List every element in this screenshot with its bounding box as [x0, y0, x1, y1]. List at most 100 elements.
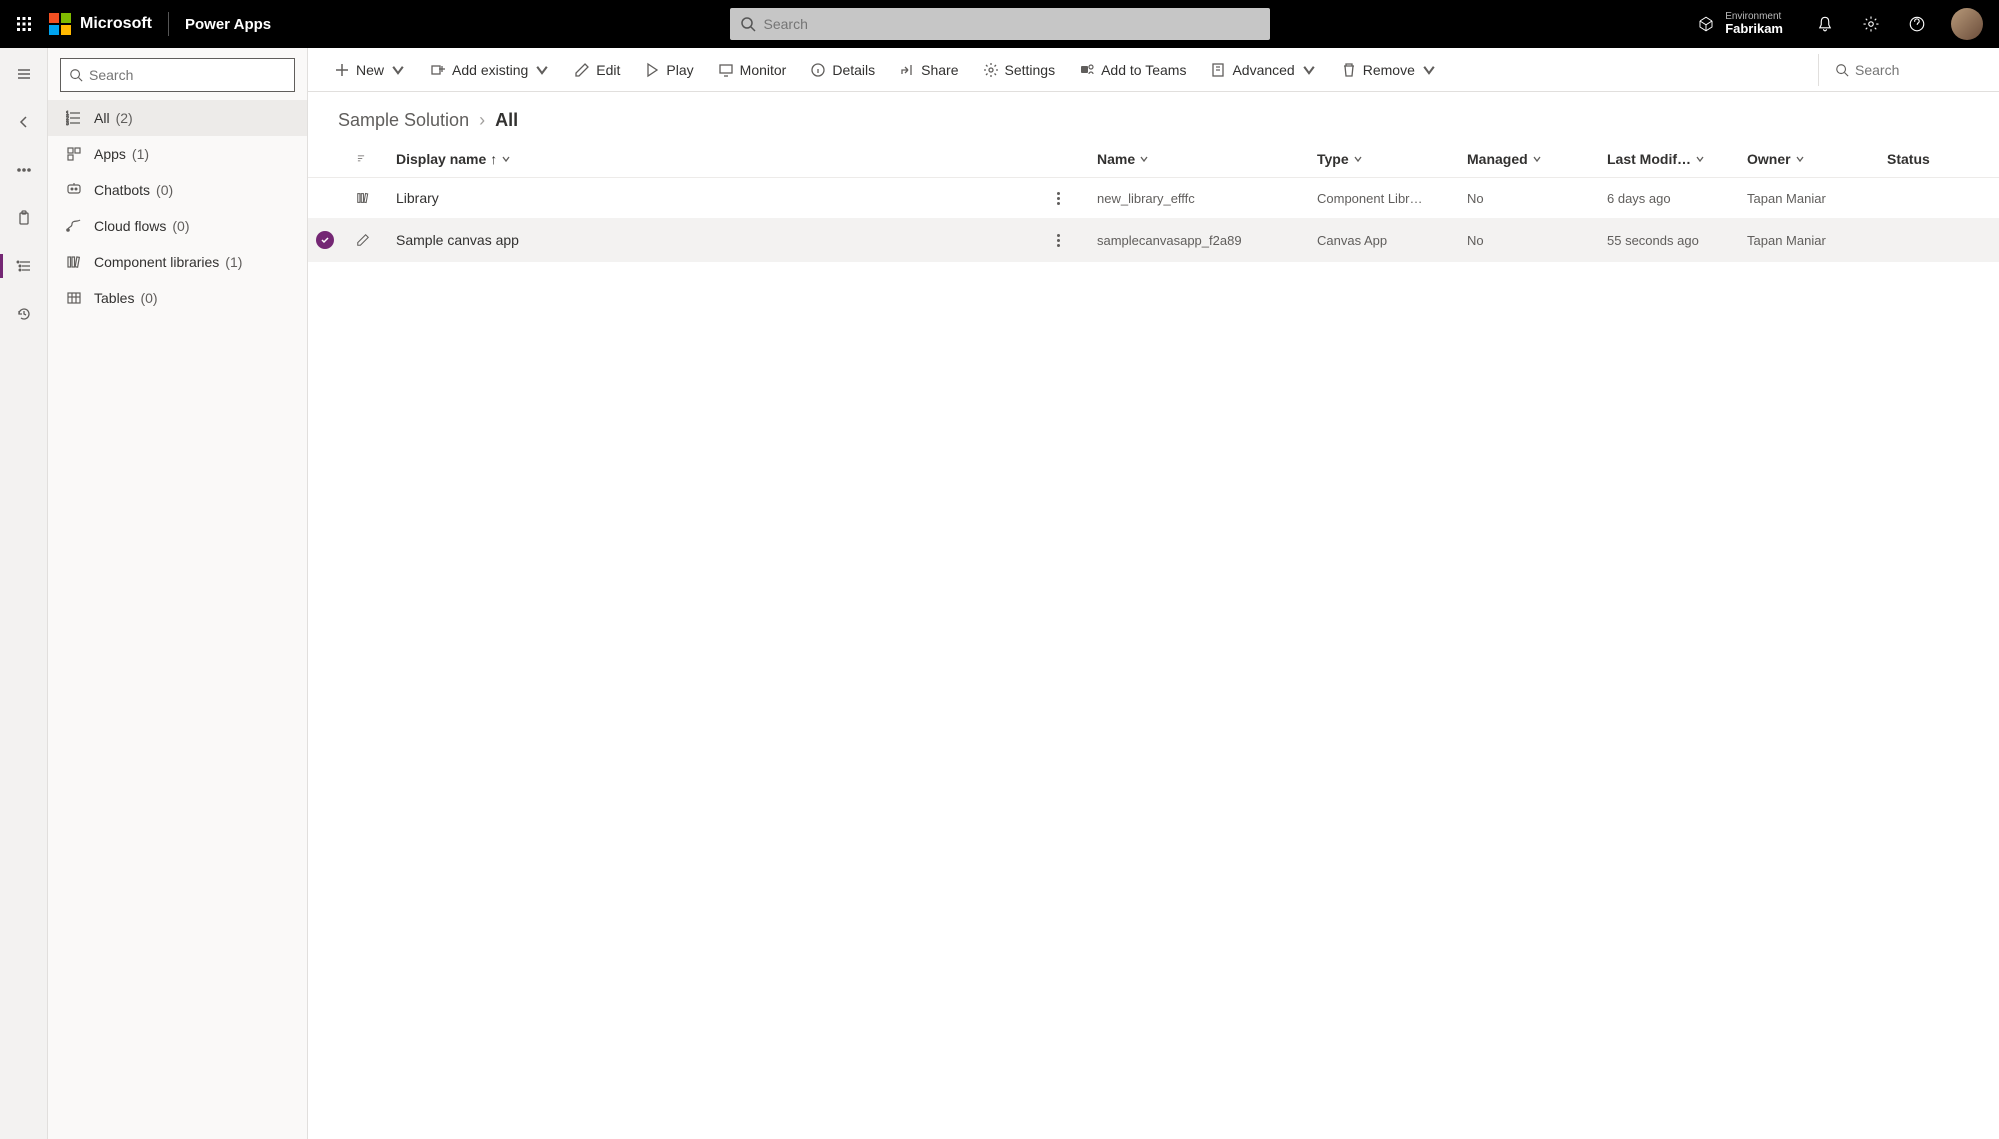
list-tree-icon [16, 258, 32, 274]
content-search[interactable] [1818, 54, 1983, 86]
rail-more[interactable] [6, 152, 42, 188]
help-button[interactable] [1897, 0, 1937, 48]
more-vertical-icon [1057, 192, 1060, 205]
row-display-name[interactable]: Library [388, 178, 1049, 219]
col-name[interactable]: Name [1089, 141, 1309, 178]
rail-item-1[interactable] [6, 200, 42, 236]
row-status [1879, 178, 1999, 219]
nav-item-count: (0) [172, 218, 189, 234]
row-select[interactable] [308, 178, 348, 219]
cmd-label: New [356, 62, 384, 78]
row-last-modified: 55 seconds ago [1599, 219, 1739, 262]
cmd-label: Advanced [1232, 62, 1294, 78]
col-icon[interactable] [348, 141, 388, 178]
row-more[interactable] [1049, 219, 1089, 262]
nav-item-label: Chatbots [94, 182, 150, 198]
nav-search[interactable] [60, 58, 295, 92]
share-button[interactable]: Share [889, 54, 968, 86]
cmd-label: Details [832, 62, 875, 78]
row-type: Canvas App [1309, 219, 1459, 262]
col-label: Owner [1747, 151, 1791, 167]
rail-back[interactable] [6, 104, 42, 140]
play-button[interactable]: Play [634, 54, 703, 86]
play-icon [644, 62, 660, 78]
nav-item-tables[interactable]: Tables (0) [48, 280, 307, 316]
nav-item-component-libraries[interactable]: Component libraries (1) [48, 244, 307, 280]
row-managed: No [1459, 178, 1599, 219]
share-icon [899, 62, 915, 78]
gear-icon [983, 62, 999, 78]
more-vertical-icon [1057, 234, 1060, 247]
new-button[interactable]: New [324, 54, 416, 86]
add-existing-icon [430, 62, 446, 78]
help-icon [1908, 15, 1926, 33]
chevron-down-icon [1301, 62, 1317, 78]
flow-icon [66, 218, 82, 234]
advanced-button[interactable]: Advanced [1200, 54, 1326, 86]
cmd-label: Monitor [740, 62, 787, 78]
nav-item-all[interactable]: 123 All (2) [48, 100, 307, 136]
col-label: Type [1317, 151, 1349, 167]
col-status[interactable]: Status [1879, 141, 1999, 178]
nav-item-chatbots[interactable]: Chatbots (0) [48, 172, 307, 208]
global-header: Microsoft Power Apps Environment Fabrika… [0, 0, 1999, 48]
row-last-modified: 6 days ago [1599, 178, 1739, 219]
global-search[interactable] [730, 8, 1270, 40]
nav-item-label: All [94, 110, 110, 126]
col-managed[interactable]: Managed [1459, 141, 1599, 178]
nav-pane: 123 All (2) Apps (1) Chatbots (0) Cloud … [48, 48, 308, 1139]
user-avatar[interactable] [1951, 8, 1983, 40]
app-title[interactable]: Power Apps [185, 16, 271, 33]
teams-icon: T [1079, 62, 1095, 78]
sort-type-icon [356, 154, 366, 164]
col-label: Last Modif… [1607, 151, 1691, 167]
content-search-input[interactable] [1855, 62, 1975, 78]
rail-hamburger[interactable] [6, 56, 42, 92]
breadcrumb-parent[interactable]: Sample Solution [338, 110, 469, 131]
nav-item-apps[interactable]: Apps (1) [48, 136, 307, 172]
more-horizontal-icon [16, 162, 32, 178]
monitor-button[interactable]: Monitor [708, 54, 797, 86]
nav-item-label: Cloud flows [94, 218, 166, 234]
rail-history[interactable] [6, 296, 42, 332]
advanced-icon [1210, 62, 1226, 78]
nav-item-count: (1) [225, 254, 242, 270]
global-search-input[interactable] [764, 16, 1260, 32]
pencil-icon [356, 233, 370, 247]
row-type: Component Libr… [1309, 178, 1459, 219]
nav-item-count: (0) [140, 290, 157, 306]
environment-picker[interactable]: Environment Fabrikam [1681, 11, 1799, 36]
nav-search-input[interactable] [89, 67, 286, 83]
selected-check-icon [316, 231, 334, 249]
app-launcher-icon[interactable] [8, 8, 40, 40]
main-content: New Add existing Edit Play Monitor [308, 48, 1999, 1139]
settings-button[interactable] [1851, 0, 1891, 48]
microsoft-logo[interactable]: Microsoft [48, 12, 152, 36]
row-select[interactable] [308, 219, 348, 262]
col-actions [1049, 141, 1089, 178]
gear-icon [1862, 15, 1880, 33]
row-more[interactable] [1049, 178, 1089, 219]
row-owner: Tapan Maniar [1739, 219, 1879, 262]
rail-item-2[interactable] [6, 248, 42, 284]
add-existing-button[interactable]: Add existing [420, 54, 560, 86]
chevron-down-icon [1532, 154, 1542, 164]
sort-ascending-icon: ↑ [490, 151, 497, 167]
add-to-teams-button[interactable]: T Add to Teams [1069, 54, 1196, 86]
chatbot-icon [66, 182, 82, 198]
col-owner[interactable]: Owner [1739, 141, 1879, 178]
row-display-name[interactable]: Sample canvas app [388, 219, 1049, 262]
col-select[interactable] [308, 141, 348, 178]
remove-button[interactable]: Remove [1331, 54, 1447, 86]
col-last-modified[interactable]: Last Modif… [1599, 141, 1739, 178]
col-type[interactable]: Type [1309, 141, 1459, 178]
col-display-name[interactable]: Display name ↑ [388, 141, 1049, 178]
notifications-button[interactable] [1805, 0, 1845, 48]
nav-item-label: Tables [94, 290, 134, 306]
nav-item-cloud-flows[interactable]: Cloud flows (0) [48, 208, 307, 244]
details-button[interactable]: Details [800, 54, 885, 86]
edit-button[interactable]: Edit [564, 54, 630, 86]
settings-button[interactable]: Settings [973, 54, 1066, 86]
chevron-down-icon [534, 62, 550, 78]
library-icon [356, 191, 370, 205]
